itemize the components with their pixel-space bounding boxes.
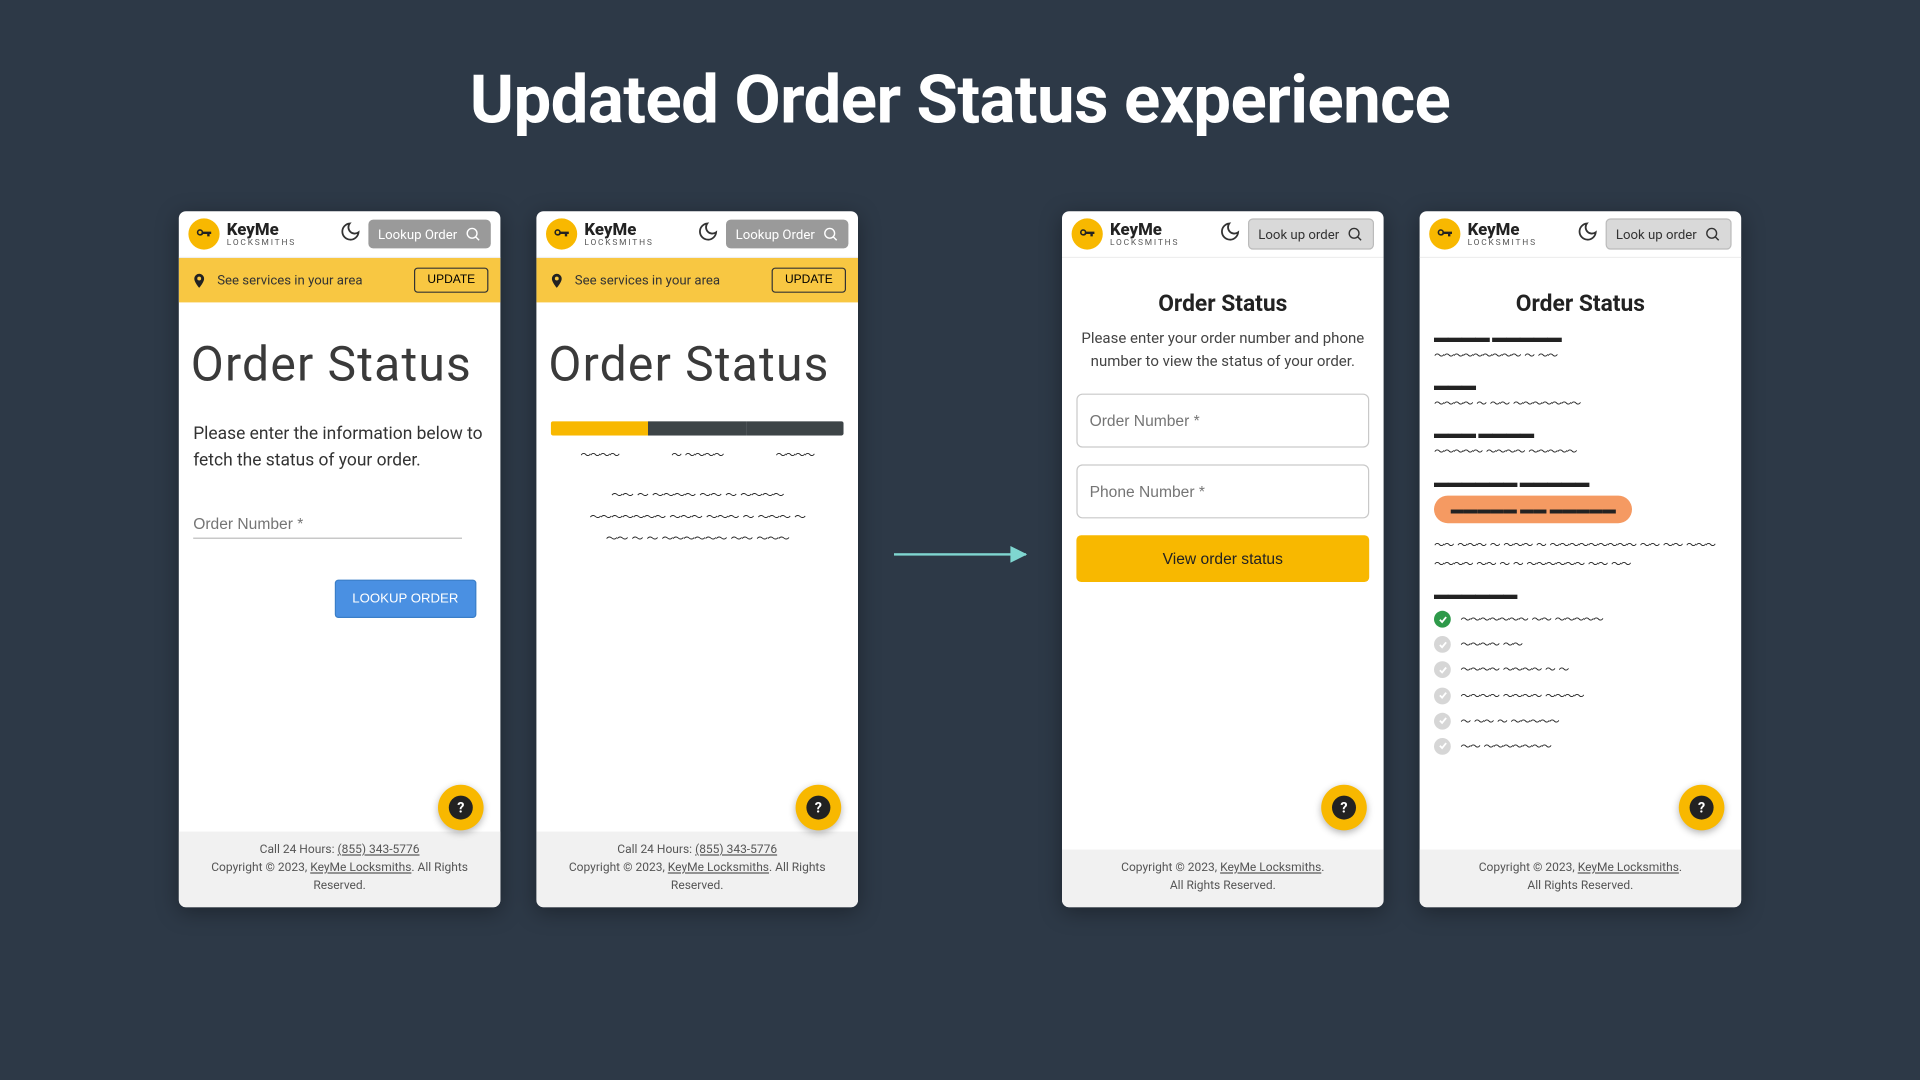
app-header: KeyMe LOCKSMITHS Lookup Order [536, 211, 858, 258]
view-order-status-button[interactable]: View order status [1076, 535, 1369, 582]
transition-arrow [894, 211, 1026, 907]
page-title: Updated Order Status experience [86, 60, 1833, 139]
pin-icon [548, 272, 565, 289]
phone-number-input[interactable] [1076, 464, 1369, 518]
search-icon [1704, 226, 1721, 243]
brand-name: KeyMe [227, 221, 296, 238]
update-location-button[interactable]: UPDATE [772, 268, 846, 293]
page-heading: Order Status [191, 336, 486, 392]
help-icon: ? [806, 796, 830, 820]
status-badge: ▬▬▬▬▬ ▬▬ ▬▬▬▬▬ [1434, 495, 1633, 523]
progress-labels: ～～～～～ ～～～～～～～～ [551, 445, 844, 464]
key-icon [188, 218, 219, 249]
order-number-input[interactable] [1076, 393, 1369, 447]
pin-icon [191, 272, 208, 289]
company-link[interactable]: KeyMe Locksmiths [1220, 862, 1321, 875]
dark-mode-icon[interactable] [1576, 221, 1598, 247]
footer: Call 24 Hours: (855) 343-5776 Copyright … [536, 832, 858, 908]
result-section: ▬▬▬▬ ▬▬▬▬▬ ～～～～～～～～～ ～ ～～ [1434, 329, 1727, 365]
app-header: KeyMe LOCKSMITHS Look up order [1062, 211, 1384, 258]
check-icon [1434, 738, 1451, 755]
redacted-text: ～～ ～ ～～～～ ～～ ～ ～～～～ ～～～～～～～ ～～～ ～～～ ～ ～～… [551, 486, 844, 551]
result-timeline: ▬▬▬▬▬▬ ～～～～～～～ ～～ ～～～～～ ～～～～ ～～ ～～～～ ～～～… [1434, 586, 1727, 757]
company-link[interactable]: KeyMe Locksmiths [310, 862, 411, 875]
check-icon [1434, 611, 1451, 628]
lookup-label: Lookup Order [378, 226, 457, 242]
brand-sub: LOCKSMITHS [227, 238, 296, 246]
help-icon: ? [1690, 796, 1714, 820]
check-icon [1434, 662, 1451, 679]
lookup-order-button[interactable]: Look up order [1247, 218, 1374, 249]
check-icon [1434, 687, 1451, 704]
brand-logo[interactable]: KeyMe LOCKSMITHS [1072, 218, 1180, 249]
instruction-text: Please enter your order number and phone… [1076, 329, 1369, 374]
lookup-order-button[interactable]: Lookup Order [368, 220, 490, 249]
key-icon [1429, 218, 1460, 249]
footer: Copyright © 2023, KeyMe Locksmiths. All … [1420, 850, 1742, 908]
company-link[interactable]: KeyMe Locksmiths [1578, 862, 1679, 875]
lookup-order-submit[interactable]: LOOKUP ORDER [334, 579, 476, 617]
company-link[interactable]: KeyMe Locksmiths [668, 862, 769, 875]
location-banner: See services in your area UPDATE [179, 258, 501, 302]
mock-old-form: KeyMe LOCKSMITHS Lookup Order See servic… [179, 211, 501, 907]
help-fab[interactable]: ? [438, 785, 484, 831]
lookup-order-button[interactable]: Look up order [1605, 218, 1732, 249]
phone-link[interactable]: (855) 343-5776 [695, 844, 777, 857]
footer: Call 24 Hours: (855) 343-5776 Copyright … [179, 832, 501, 908]
check-icon [1434, 636, 1451, 653]
brand-logo[interactable]: KeyMe LOCKSMITHS [1429, 218, 1537, 249]
help-fab[interactable]: ? [1321, 785, 1367, 831]
page-heading: Order Status [1076, 289, 1369, 317]
app-header: KeyMe LOCKSMITHS Look up order [1420, 211, 1742, 258]
result-section: ▬▬▬ ～～～～ ～ ～～ ～～～～～～～ [1434, 377, 1727, 413]
order-number-input[interactable] [193, 507, 462, 538]
search-icon [464, 226, 481, 243]
help-icon: ? [1332, 796, 1356, 820]
phone-link[interactable]: (855) 343-5776 [337, 844, 419, 857]
page-heading: Order Status [548, 336, 843, 392]
location-banner: See services in your area UPDATE [536, 258, 858, 302]
brand-logo[interactable]: KeyMe LOCKSMITHS [188, 218, 296, 249]
brand-logo[interactable]: KeyMe LOCKSMITHS [546, 218, 654, 249]
help-fab[interactable]: ? [1679, 785, 1725, 831]
search-icon [822, 226, 839, 243]
instruction-text: Please enter the information below to fe… [193, 421, 486, 473]
mock-new-result: KeyMe LOCKSMITHS Look up order Order Sta… [1420, 211, 1742, 907]
dark-mode-icon[interactable] [697, 221, 719, 247]
banner-text: See services in your area [217, 272, 404, 288]
dark-mode-icon[interactable] [340, 221, 362, 247]
key-icon [1072, 218, 1103, 249]
check-icon [1434, 713, 1451, 730]
mock-old-progress: KeyMe LOCKSMITHS Lookup Order See servic… [536, 211, 858, 907]
result-status: ▬▬▬▬▬▬ ▬▬▬▬▬ ▬▬▬▬▬ ▬▬ ▬▬▬▬▬ ～～ ～～～ ～ ～～～… [1434, 473, 1727, 573]
mock-new-form: KeyMe LOCKSMITHS Look up order Order Sta… [1062, 211, 1384, 907]
lookup-order-button[interactable]: Lookup Order [726, 220, 848, 249]
app-header: KeyMe LOCKSMITHS Lookup Order [179, 211, 501, 258]
help-fab[interactable]: ? [796, 785, 842, 831]
search-icon [1346, 226, 1363, 243]
result-section: ▬▬▬ ▬▬▬▬ ～～～～～ ～～～～ ～～～～～ [1434, 425, 1727, 461]
footer: Copyright © 2023, KeyMe Locksmiths. All … [1062, 850, 1384, 908]
key-icon [546, 218, 577, 249]
update-location-button[interactable]: UPDATE [414, 268, 488, 293]
progress-bar [551, 421, 844, 435]
help-icon: ? [449, 796, 473, 820]
dark-mode-icon[interactable] [1219, 221, 1241, 247]
page-heading: Order Status [1434, 289, 1727, 317]
